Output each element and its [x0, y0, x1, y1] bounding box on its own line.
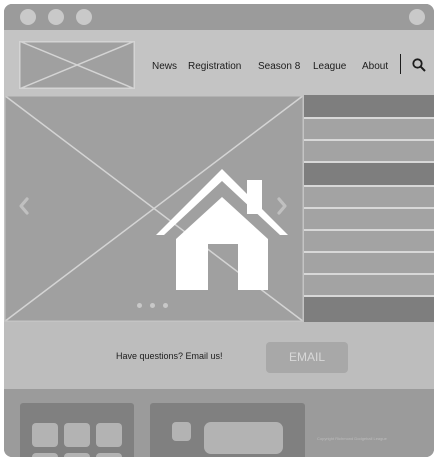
sidebar-item[interactable] — [304, 119, 434, 139]
sidebar-item[interactable] — [304, 187, 434, 207]
hero-carousel[interactable] — [4, 95, 304, 322]
sidebar-item[interactable] — [304, 275, 434, 295]
footer: Copyright Richmond Dodgeball League — [4, 389, 434, 457]
nav-link-about[interactable]: About — [362, 61, 388, 73]
window-maximize-dot[interactable] — [76, 9, 92, 25]
window-minimize-dot[interactable] — [48, 9, 64, 25]
sidebar-item[interactable] — [304, 141, 434, 161]
footer-card-grid[interactable] — [20, 403, 134, 457]
window-menu-dot[interactable] — [409, 9, 425, 25]
grid-tile — [32, 423, 58, 447]
hero-placeholder-image — [4, 95, 304, 322]
sidebar-item[interactable] — [304, 209, 434, 229]
sidebar-item[interactable] — [304, 253, 434, 273]
grid-tile — [64, 453, 90, 457]
media-bar — [204, 422, 283, 454]
sidebar-item[interactable] — [304, 95, 434, 117]
email-button[interactable]: EMAIL — [266, 342, 348, 373]
media-thumb — [172, 422, 191, 441]
window-close-dot[interactable] — [20, 9, 36, 25]
sidebar-item[interactable] — [304, 163, 434, 185]
grid-tile — [96, 453, 122, 457]
top-navigation: News Registration Season 8 League About — [4, 30, 434, 98]
nav-link-season-8[interactable]: Season 8 — [258, 61, 300, 73]
sidebar-item[interactable] — [304, 231, 434, 251]
contact-band: Have questions? Email us! EMAIL — [4, 322, 434, 389]
logo-placeholder-image[interactable] — [19, 41, 135, 89]
nav-divider — [400, 54, 401, 74]
nav-link-news[interactable]: News — [152, 61, 177, 73]
grid-tile — [64, 423, 90, 447]
hero-sidebar-list — [304, 95, 434, 322]
nav-link-league[interactable]: League — [313, 61, 346, 73]
browser-window: News Registration Season 8 League About — [4, 4, 434, 457]
grid-tile — [32, 453, 58, 457]
nav-link-registration[interactable]: Registration — [188, 61, 241, 73]
window-titlebar — [4, 4, 434, 30]
footer-card-media[interactable] — [150, 403, 305, 457]
sidebar-item[interactable] — [304, 297, 434, 322]
grid-tile — [96, 423, 122, 447]
contact-prompt-text: Have questions? Email us! — [116, 351, 223, 361]
search-icon[interactable] — [412, 58, 426, 72]
copyright-text: Copyright Richmond Dodgeball League — [317, 436, 387, 441]
